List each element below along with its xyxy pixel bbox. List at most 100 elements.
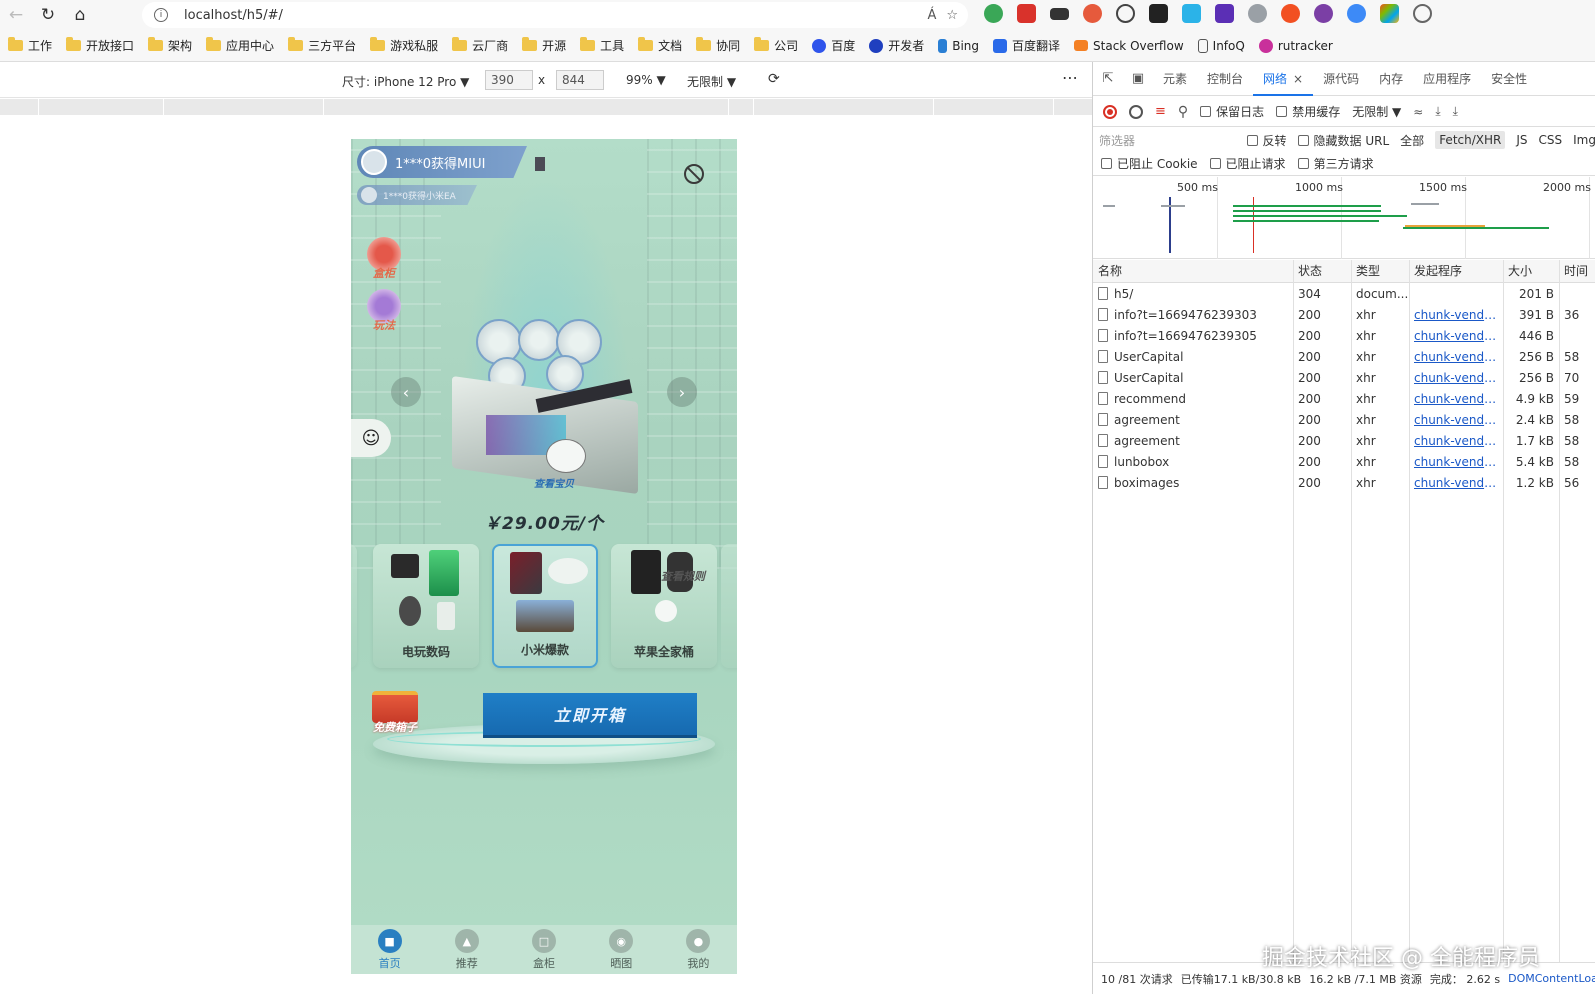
media-query-ruler[interactable] — [0, 99, 1092, 115]
category-card-xiaomi[interactable]: 小米爆款 — [492, 544, 598, 668]
tab-console[interactable]: 控制台 — [1197, 62, 1253, 96]
side-button-gameplay[interactable]: 玩法 — [365, 289, 403, 333]
table-row[interactable]: info?t=1669476239303 200 xhr chunk-vendor..… — [1093, 305, 1595, 326]
disable-cache-checkbox[interactable]: 禁用缓存 — [1276, 103, 1340, 120]
free-box-button[interactable]: 免费箱子 — [369, 691, 421, 737]
carousel-prev-button[interactable]: ‹ — [391, 377, 421, 407]
extension-bird-icon[interactable] — [1182, 4, 1201, 23]
hide-data-url-checkbox[interactable]: 隐藏数据 URL — [1297, 132, 1389, 149]
cell-initiator[interactable]: chunk-vendor... — [1409, 410, 1503, 431]
bookmark-folder[interactable]: 工作 — [8, 37, 52, 54]
bookmark-baidu-translate[interactable]: 百度翻译 — [993, 37, 1060, 54]
category-card-games[interactable]: 电玩数码 — [373, 544, 479, 668]
col-time[interactable]: 时间 — [1559, 260, 1595, 283]
filter-fetch-xhr[interactable]: Fetch/XHR — [1435, 131, 1506, 149]
col-size[interactable]: 大小 — [1503, 260, 1559, 283]
site-info-icon[interactable]: i — [154, 8, 168, 22]
cell-initiator[interactable]: chunk-vendor... — [1409, 326, 1503, 347]
mystery-box-illustration[interactable]: 查看宝贝 — [446, 319, 646, 495]
bookmark-folder[interactable]: 工具 — [580, 37, 624, 54]
bookmark-infoq[interactable]: InfoQ — [1197, 38, 1245, 53]
invert-checkbox[interactable]: 反转 — [1246, 132, 1287, 149]
table-row[interactable]: boximages 200 xhr chunk-vendor... 1.2 kB 56 — [1093, 473, 1595, 494]
download-icon[interactable]: ⤓ — [1453, 104, 1458, 119]
category-card-partial[interactable] — [351, 544, 357, 668]
table-row[interactable]: info?t=1669476239305 200 xhr chunk-vendor..… — [1093, 326, 1595, 347]
cell-initiator[interactable]: chunk-vendor... — [1409, 431, 1503, 452]
tab-showcase[interactable]: ◉ 晒图 — [583, 925, 660, 974]
bookmark-folder[interactable]: 开源 — [522, 37, 566, 54]
bookmark-folder[interactable]: 三方平台 — [288, 37, 356, 54]
rotate-icon[interactable]: ⟳ — [768, 71, 780, 87]
search-icon[interactable]: ⚲ — [1178, 104, 1188, 120]
extension-office-icon[interactable] — [1380, 4, 1399, 23]
bookmark-stackoverflow[interactable]: Stack Overflow — [1074, 39, 1184, 53]
throttle-select[interactable]: 无限制 ▼ — [687, 73, 736, 90]
blocked-requests-checkbox[interactable]: 已阻止请求 — [1209, 155, 1286, 172]
bookmark-rutracker[interactable]: rutracker — [1258, 38, 1333, 53]
col-name[interactable]: 名称 — [1093, 260, 1293, 283]
address-bar[interactable]: i localhost/h5/#/ Á ☆ — [142, 2, 968, 28]
network-overview-timeline[interactable]: 500 ms 1000 ms 1500 ms 2000 ms — [1093, 177, 1595, 259]
reload-icon[interactable]: ↻ — [32, 1, 64, 29]
bookmark-folder[interactable]: 协同 — [696, 37, 740, 54]
tab-application[interactable]: 应用程序 — [1413, 62, 1481, 96]
more-options-icon[interactable]: ⋯ — [1062, 68, 1079, 87]
extension-gem-icon[interactable] — [1215, 4, 1234, 23]
table-row[interactable]: agreement 200 xhr chunk-vendor... 2.4 kB 58 — [1093, 410, 1595, 431]
filter-css[interactable]: CSS — [1539, 133, 1563, 147]
table-row[interactable]: h5/304 docum... 201 B — [1093, 284, 1595, 305]
cell-initiator[interactable]: chunk-vendor... — [1409, 368, 1503, 389]
tab-memory[interactable]: 内存 — [1369, 62, 1413, 96]
bookmark-developer[interactable]: 开发者 — [869, 37, 924, 54]
tab-security[interactable]: 安全性 — [1481, 62, 1537, 96]
cell-initiator[interactable]: chunk-vendor... — [1409, 347, 1503, 368]
record-icon[interactable] — [1103, 104, 1117, 119]
table-row[interactable]: recommend 200 xhr chunk-vendor... 4.9 kB 59 — [1093, 389, 1595, 410]
extension-translate-icon[interactable] — [1347, 4, 1366, 23]
device-height-input[interactable]: 844 — [556, 70, 604, 90]
filter-js[interactable]: JS — [1516, 133, 1527, 147]
zoom-select[interactable]: 99% ▼ — [626, 73, 666, 87]
clear-icon[interactable] — [1129, 104, 1143, 119]
bookmark-folder[interactable]: 公司 — [754, 37, 798, 54]
col-type[interactable]: 类型 — [1351, 260, 1409, 283]
tab-elements[interactable]: 元素 — [1153, 62, 1197, 96]
side-button-cabinet[interactable]: 盒柜 — [365, 237, 403, 281]
bookmark-folder[interactable]: 云厂商 — [452, 37, 508, 54]
close-icon[interactable]: × — [1293, 72, 1303, 86]
favorite-star-icon[interactable]: ☆ — [946, 8, 958, 23]
table-row[interactable]: UserCapital 200 xhr chunk-vendor... 256 B 58 — [1093, 347, 1595, 368]
cell-initiator[interactable]: chunk-vendor... — [1409, 389, 1503, 410]
home-icon[interactable]: ⌂ — [64, 1, 96, 29]
bookmark-folder[interactable]: 游戏私服 — [370, 37, 438, 54]
extension-tree-icon[interactable] — [1083, 4, 1102, 23]
upload-icon[interactable]: ⤓ — [1435, 104, 1440, 119]
bookmark-folder[interactable]: 文档 — [638, 37, 682, 54]
col-status[interactable]: 状态 — [1293, 260, 1351, 283]
wifi-settings-icon[interactable]: ≈ — [1413, 105, 1423, 119]
device-toggle-icon[interactable]: ▣ — [1123, 71, 1153, 86]
tab-cabinet[interactable]: □ 盒柜 — [505, 925, 582, 974]
extension-gear-icon[interactable] — [1248, 4, 1267, 23]
bookmark-folder[interactable]: 应用中心 — [206, 37, 274, 54]
inspect-element-icon[interactable]: ⇱ — [1093, 71, 1123, 86]
extension-mask-icon[interactable] — [1149, 4, 1168, 23]
carousel-next-button[interactable]: › — [667, 377, 697, 407]
open-box-button[interactable]: 立即开箱 — [483, 693, 697, 735]
table-row[interactable]: UserCapital 200 xhr chunk-vendor... 256 B 70 — [1093, 368, 1595, 389]
filter-img[interactable]: Img — [1573, 133, 1595, 147]
blocked-cookies-checkbox[interactable]: 已阻止 Cookie — [1101, 155, 1198, 172]
table-row[interactable]: lunbobox 200 xhr chunk-vendor... 5.4 kB 58 — [1093, 452, 1595, 473]
extension-shield-icon[interactable] — [1314, 4, 1333, 23]
cell-initiator[interactable]: chunk-vendor... — [1409, 452, 1503, 473]
view-rules-overlay[interactable]: 查看规则 — [661, 568, 705, 584]
mute-icon[interactable] — [684, 164, 704, 184]
preserve-log-checkbox[interactable]: 保留日志 — [1200, 103, 1264, 120]
cell-initiator[interactable]: chunk-vendor... — [1409, 473, 1503, 494]
tab-network[interactable]: 网络 × — [1253, 62, 1314, 96]
third-party-checkbox[interactable]: 第三方请求 — [1297, 155, 1374, 172]
bookmark-bing[interactable]: Bing — [938, 38, 979, 53]
tab-me[interactable]: ● 我的 — [660, 925, 737, 974]
bookmark-baidu[interactable]: 百度 — [812, 37, 855, 54]
